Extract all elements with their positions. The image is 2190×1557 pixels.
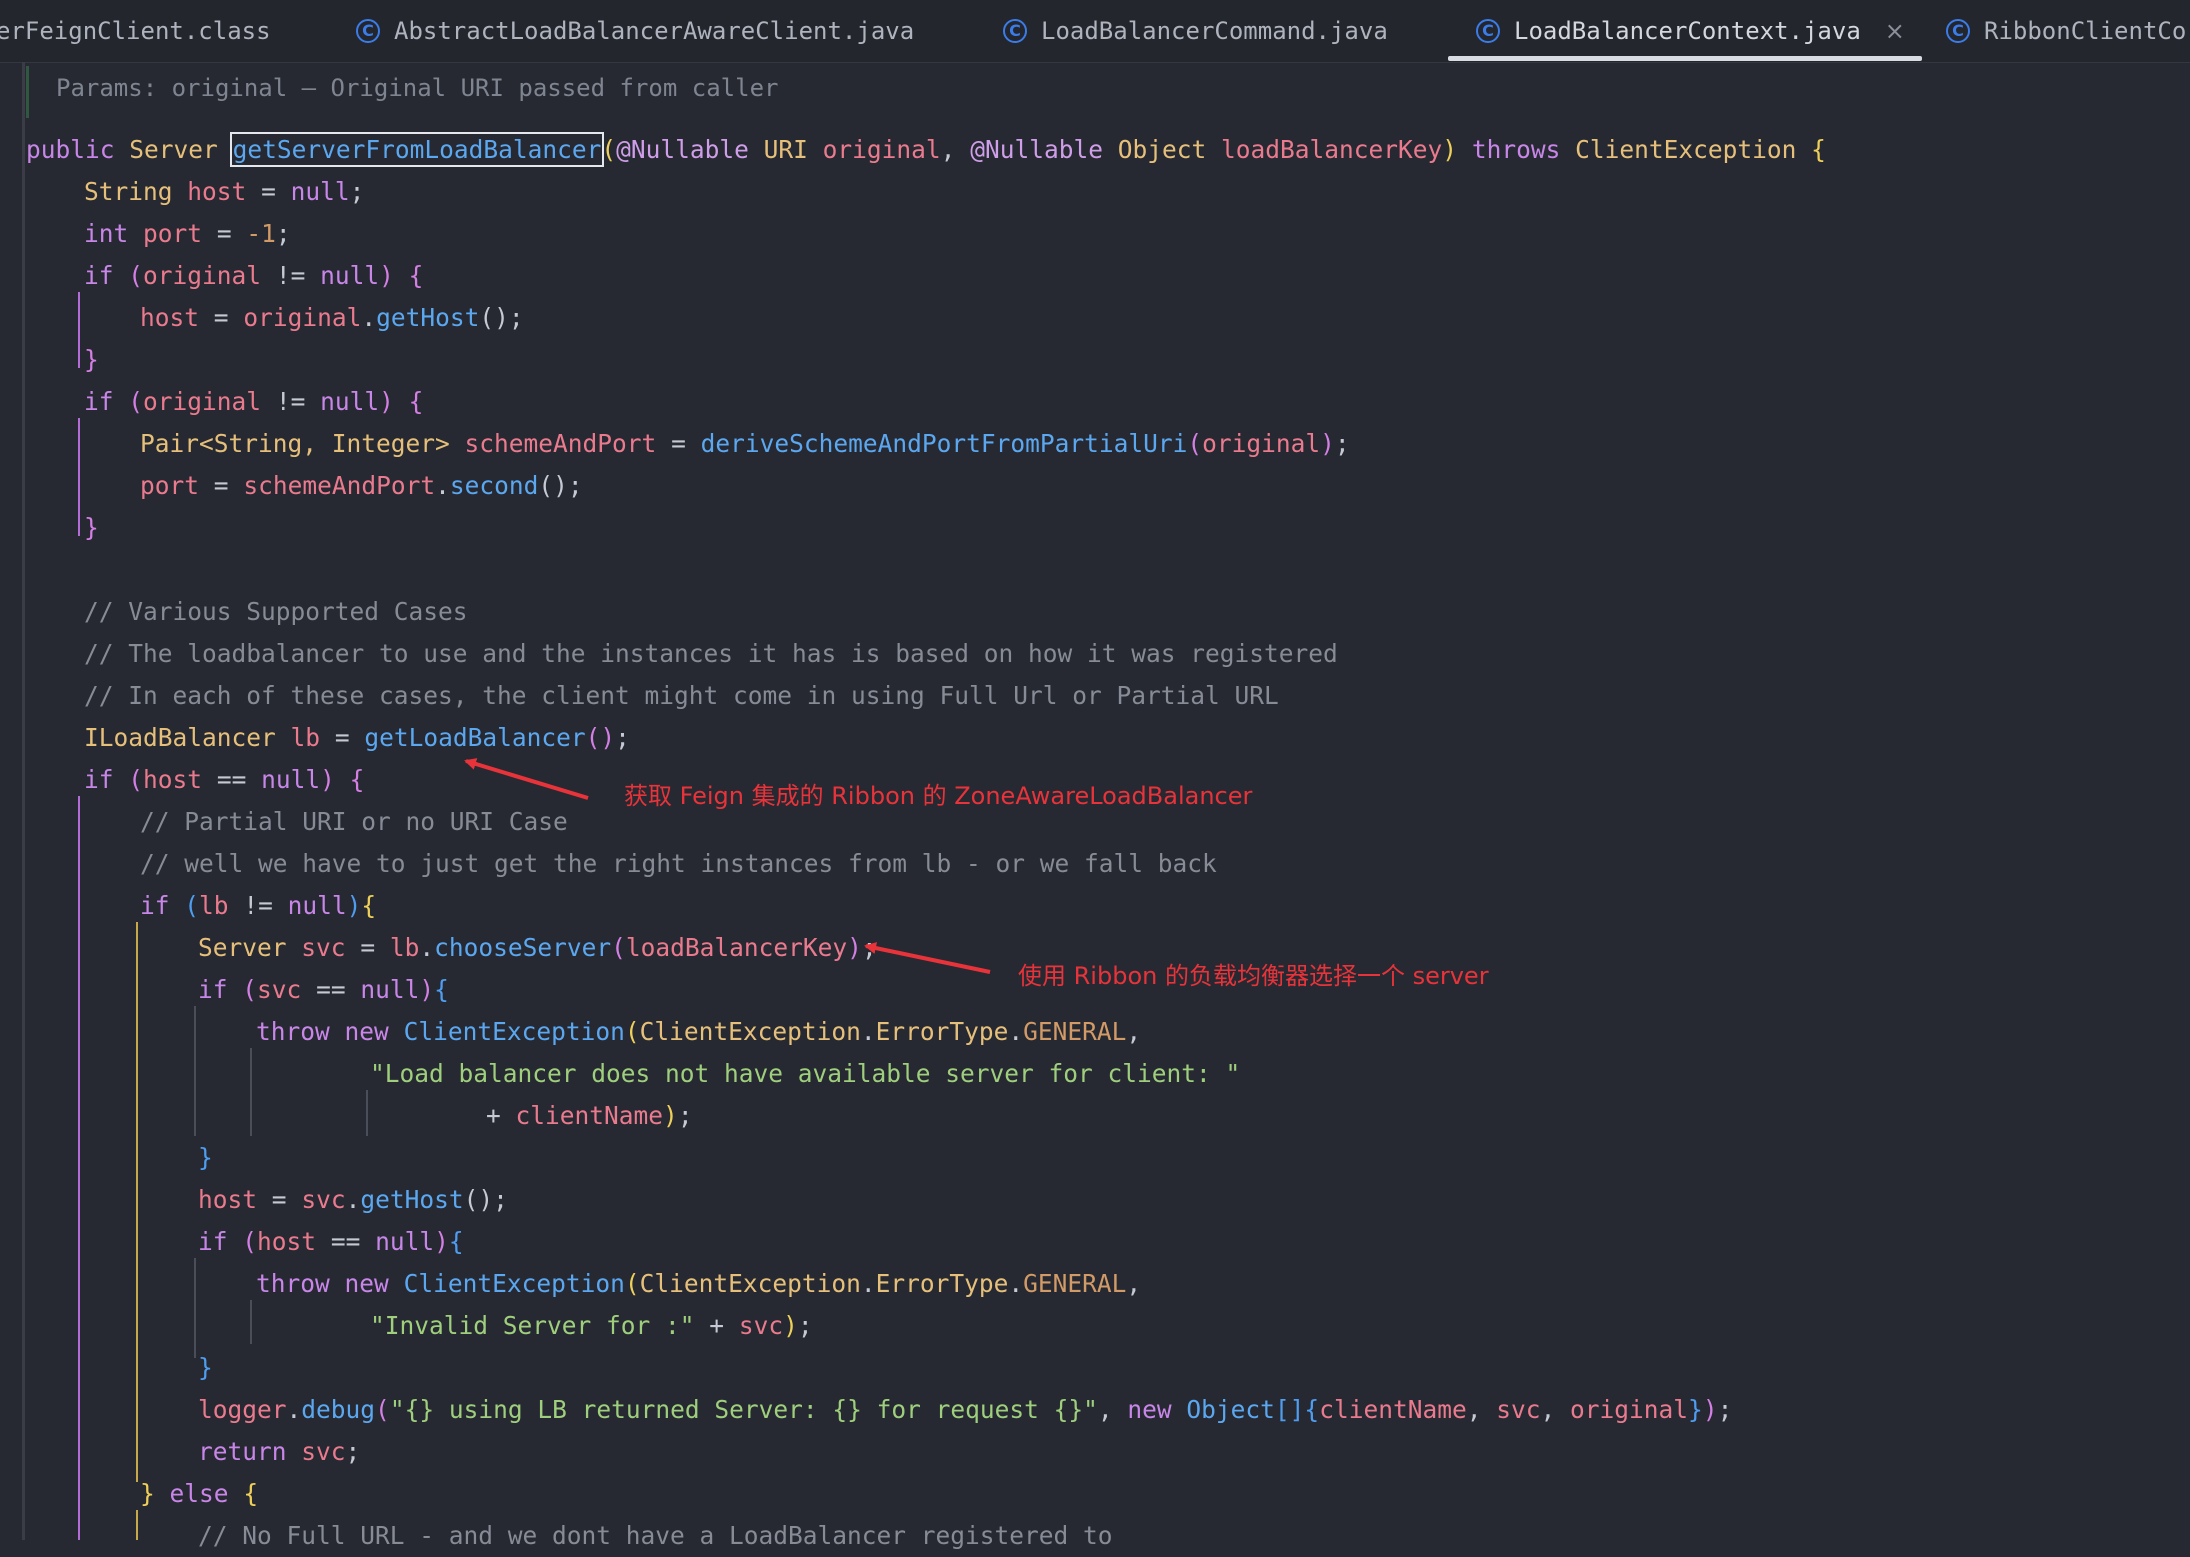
annotation-note-2: 使用 Ribbon 的负载均衡器选择一个 server: [1018, 962, 1489, 990]
annotation-arrows: [464, 758, 991, 974]
annotation-note-1: 获取 Feign 集成的 Ribbon 的 ZoneAwareLoadBalan…: [624, 782, 1253, 810]
annotation-arrow-2: [864, 942, 991, 974]
annotation-arrow-1: [464, 758, 589, 800]
